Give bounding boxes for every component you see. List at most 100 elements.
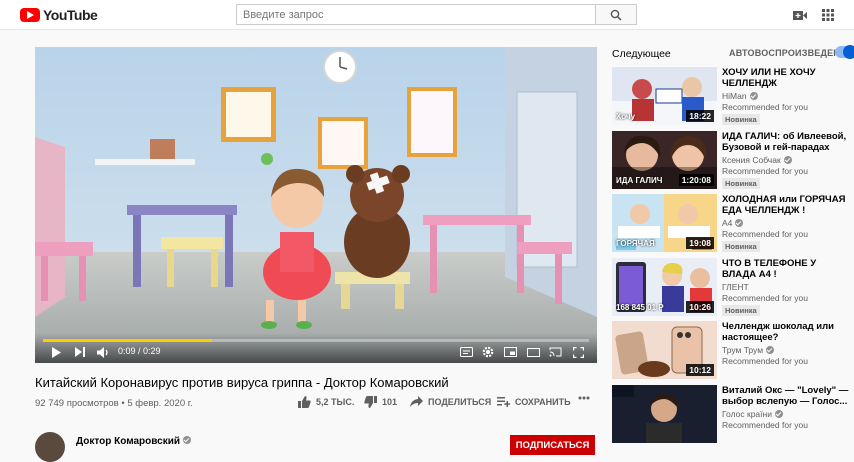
recommended-label: Recommended for you <box>722 102 808 112</box>
recommendation-title[interactable]: ЧТО В ТЕЛЕФОНЕ У ВЛАДА А4 ! <box>722 258 852 280</box>
gear-icon <box>482 346 494 358</box>
recommendation-item[interactable]: 10:12 Челлендж шоколад или настоящее? Трум… <box>612 321 852 380</box>
channel-name-text: Трум Трум <box>722 345 764 356</box>
channel-name-text: A4 <box>722 218 733 229</box>
recommendation-title[interactable]: ИДА ГАЛИЧ: об Ивлеевой, Бузовой и гей-па… <box>722 131 852 153</box>
more-actions-button[interactable] <box>578 396 590 400</box>
cast-icon <box>549 347 561 357</box>
video-thumbnail[interactable] <box>612 385 717 443</box>
recommended-label: Recommended for you <box>722 165 808 176</box>
recommendation-title[interactable]: Челлендж шоколад или настоящее? <box>722 321 852 343</box>
verified-icon <box>749 92 758 100</box>
more-horiz-icon <box>578 396 590 400</box>
video-title: Китайский Коронавирус против вируса грип… <box>35 375 449 390</box>
video-duration: 18:22 <box>686 110 714 122</box>
logo-text: YouTube <box>43 7 98 23</box>
time-display: 0:09 / 0:29 <box>118 346 161 356</box>
share-button[interactable]: ПОДЕЛИТЬСЯ <box>410 396 491 407</box>
save-button[interactable]: СОХРАНИТЬ <box>497 396 571 407</box>
video-duration: 10:12 <box>686 364 714 377</box>
youtube-logo[interactable]: YouTube <box>20 7 98 23</box>
up-next-heading: Следующее <box>612 48 671 60</box>
new-badge: Новинка <box>722 114 760 125</box>
next-button[interactable] <box>73 345 87 359</box>
fullscreen-icon <box>572 346 584 358</box>
apps-grid-icon[interactable] <box>820 7 836 23</box>
like-button[interactable]: 5,2 ТЫС. <box>298 396 354 408</box>
verified-icon <box>766 346 775 355</box>
recommendation-title[interactable]: ХОЛОДНАЯ или ГОРЯЧАЯ ЕДА ЧЕЛЛЕНДЖ ! <box>722 194 852 216</box>
channel-avatar[interactable] <box>35 432 65 462</box>
recommended-label: Recommended for you <box>722 356 808 367</box>
recommendation-channel[interactable]: HiMan <box>722 91 758 101</box>
views-and-date: 92 749 просмотров • 5 февр. 2020 г. <box>35 398 193 409</box>
youtube-play-icon <box>20 8 40 22</box>
progress-fill <box>43 339 213 342</box>
subtitles-button[interactable] <box>459 345 473 359</box>
volume-icon <box>96 346 108 358</box>
play-icon <box>52 346 61 358</box>
new-badge: Новинка <box>722 241 760 253</box>
recommended-label: Recommended for you <box>722 229 808 240</box>
thumbnail-caption: Хочу <box>616 112 636 121</box>
video-duration: 19:08 <box>686 237 714 250</box>
settings-button[interactable] <box>481 345 495 359</box>
cast-button[interactable] <box>548 345 562 359</box>
recommendation-channel[interactable]: Трум Трум <box>722 345 775 356</box>
theater-mode-button[interactable] <box>526 345 540 359</box>
verified-icon <box>182 436 191 444</box>
volume-button[interactable] <box>96 345 110 359</box>
subtitles-icon <box>459 347 473 357</box>
share-label: ПОДЕЛИТЬСЯ <box>428 396 492 407</box>
recommended-label: Recommended for you <box>722 420 808 430</box>
video-player[interactable]: 0:09 / 0:29 <box>35 47 597 363</box>
autoplay-toggle[interactable] <box>835 45 854 59</box>
search-input[interactable] <box>236 4 596 25</box>
recommendation-item[interactable]: ИДА ГАЛИЧ 1:20:08 ИДА ГАЛИЧ: об Ивлеевой, … <box>612 130 852 189</box>
verified-icon <box>735 219 744 228</box>
video-thumbnail[interactable]: Хочу 18:22 <box>612 67 717 125</box>
share-icon <box>410 396 423 407</box>
verified-icon <box>783 155 792 164</box>
search-icon <box>610 9 622 21</box>
new-badge: Новинка <box>722 177 760 189</box>
recommendation-item[interactable]: 168 845 01 Р 10:26 ЧТО В ТЕЛЕФОНЕ У ВЛАДА … <box>612 257 852 316</box>
channel-name-text: Голос країни <box>722 409 772 419</box>
recommendation-item[interactable]: Хочу 18:22 ХОЧУ ИЛИ НЕ ХОЧУ ЧЕЛЛЕНДЖ HiMan R… <box>612 67 852 125</box>
video-duration: 10:26 <box>686 300 714 313</box>
recommendation-channel[interactable]: A4 <box>722 218 744 229</box>
search-button[interactable] <box>596 4 637 25</box>
create-video-icon[interactable] <box>792 7 808 23</box>
fullscreen-button[interactable] <box>571 345 585 359</box>
thumbnail-caption: ИДА ГАЛИЧ <box>616 175 663 185</box>
recommendation-title[interactable]: Виталий Окс — "Lovely" — выбор вслепую —… <box>722 385 852 407</box>
progress-bar[interactable] <box>43 339 589 342</box>
thumbs-down-icon <box>364 396 377 408</box>
video-thumbnail[interactable]: ИДА ГАЛИЧ 1:20:08 <box>612 130 717 189</box>
top-bar: YouTube <box>0 0 854 30</box>
video-thumbnail[interactable]: ГОРЯЧАЯ 19:08 <box>612 194 717 253</box>
recommendation-item[interactable]: ГОРЯЧАЯ 19:08 ХОЛОДНАЯ или ГОРЯЧАЯ ЕДА ЧЕЛ… <box>612 194 852 253</box>
thumbnail-caption: ГОРЯЧАЯ <box>616 239 655 249</box>
recommendation-item[interactable]: Виталий Окс — "Lovely" — выбор вслепую —… <box>612 385 852 443</box>
subscribe-button[interactable]: ПОДПИСАТЬСЯ <box>510 435 595 455</box>
recommendation-channel[interactable]: Ксения Собчак <box>722 155 792 165</box>
recommendation-channel[interactable]: ГЛЕНТ <box>722 282 749 292</box>
play-button[interactable] <box>49 345 63 359</box>
recommendation-title[interactable]: ХОЧУ ИЛИ НЕ ХОЧУ ЧЕЛЛЕНДЖ <box>722 67 852 89</box>
channel-name-text: Ксения Собчак <box>722 154 781 165</box>
recommendation-channel[interactable]: Голос країни <box>722 409 783 419</box>
recommended-label: Recommended for you <box>722 292 808 303</box>
channel-name-text: ГЛЕНТ <box>722 281 749 292</box>
video-thumbnail[interactable]: 168 845 01 Р 10:26 <box>612 257 717 316</box>
verified-icon <box>774 410 783 418</box>
thumbnail-caption: 168 845 01 Р <box>616 302 664 312</box>
dislike-button[interactable]: 101 <box>364 396 397 408</box>
channel-name[interactable]: Доктор Комаровский <box>76 436 191 447</box>
miniplayer-button[interactable] <box>503 345 517 359</box>
channel-name-text: HiMan <box>722 91 747 101</box>
video-frame <box>35 47 597 363</box>
theater-icon <box>526 347 540 357</box>
video-thumbnail[interactable]: 10:12 <box>612 321 717 380</box>
save-label: СОХРАНИТЬ <box>515 396 571 407</box>
